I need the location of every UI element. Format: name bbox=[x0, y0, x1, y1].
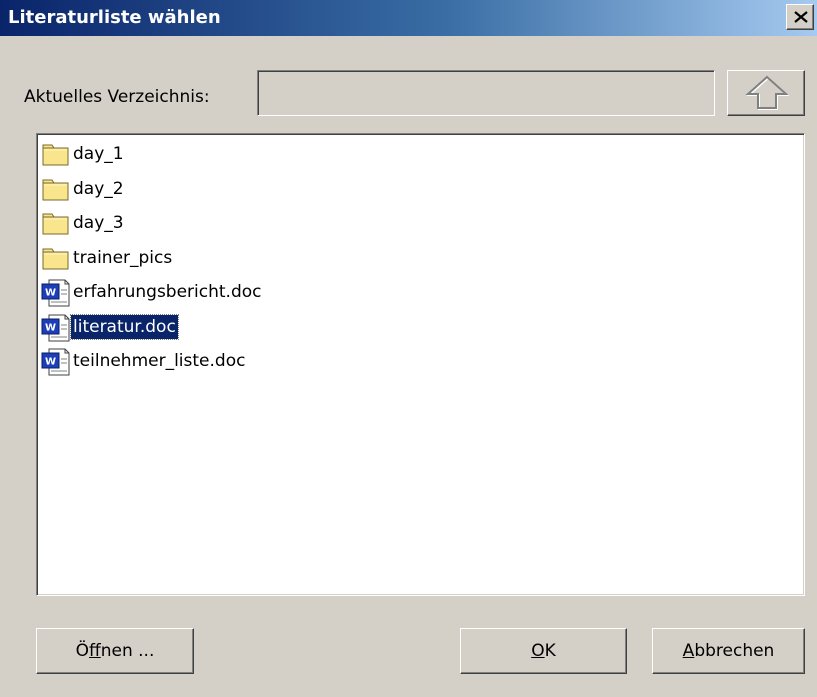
dialog-window: Literaturliste wählen Aktuelles Verzeich… bbox=[0, 0, 817, 697]
list-item-label: teilnehmer_liste.doc bbox=[73, 351, 246, 371]
folder-icon bbox=[41, 141, 71, 169]
svg-text:W: W bbox=[45, 288, 56, 299]
folder-icon bbox=[41, 210, 71, 238]
folder-icon bbox=[41, 245, 71, 273]
folder-icon bbox=[41, 176, 71, 204]
dialog-title: Literaturliste wählen bbox=[8, 7, 221, 28]
word-document-icon: W bbox=[41, 348, 71, 376]
ok-button[interactable]: OK bbox=[460, 628, 627, 674]
svg-text:W: W bbox=[45, 322, 56, 333]
title-bar[interactable]: Literaturliste wählen bbox=[0, 0, 817, 36]
list-item-label: erfahrungsbericht.doc bbox=[73, 282, 262, 302]
file-list[interactable]: day_1 day_2 day_3 trainer_pics Werfahrungsbe… bbox=[36, 133, 805, 596]
current-directory-label: Aktuelles Verzeichnis: bbox=[24, 87, 210, 107]
current-directory-field bbox=[257, 70, 715, 116]
close-button[interactable] bbox=[786, 4, 814, 30]
svg-text:W: W bbox=[45, 357, 56, 368]
list-item-label: day_3 bbox=[73, 213, 124, 233]
list-item-label: day_1 bbox=[73, 144, 124, 164]
cancel-button[interactable]: Abbrechen bbox=[652, 628, 805, 674]
list-item-label: day_2 bbox=[73, 178, 124, 199]
open-button[interactable]: Öffnen ... bbox=[36, 628, 194, 674]
word-document-icon: W bbox=[41, 314, 71, 342]
up-directory-button[interactable] bbox=[727, 70, 805, 116]
up-arrow-icon bbox=[745, 75, 789, 110]
list-item-label: trainer_pics bbox=[73, 247, 173, 268]
word-document-icon: W bbox=[41, 279, 71, 307]
list-item-label: literatur.doc bbox=[70, 313, 179, 340]
close-icon bbox=[794, 11, 808, 23]
